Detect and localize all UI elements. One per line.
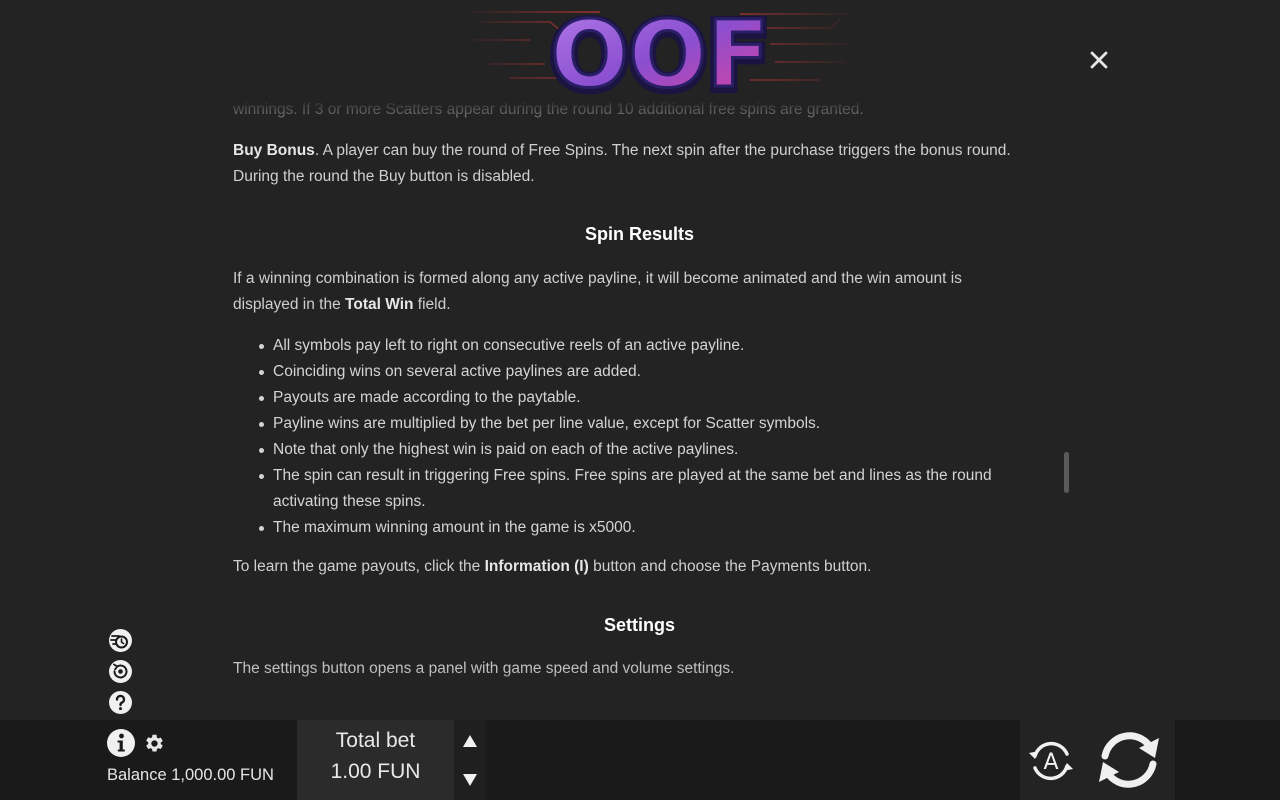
bet-arrows-panel xyxy=(454,720,486,800)
svg-text:A: A xyxy=(1043,750,1058,775)
list-item: Coinciding wins on several active paylin… xyxy=(233,359,1043,385)
intro-partial-text: winnings. If 3 or more Scatters appear d… xyxy=(233,101,864,118)
settings-heading: Settings xyxy=(603,615,675,635)
list-item: The maximum winning amount in the game i… xyxy=(233,515,1043,541)
arrow-down-icon xyxy=(463,774,477,786)
gear-icon xyxy=(146,734,163,752)
spin-results-heading: Spin Results xyxy=(584,224,695,244)
spin-results-intro: If a winning combination is formed along… xyxy=(233,266,1023,318)
rules-scroll-area[interactable]: winnings. If 3 or more Scatters appear d… xyxy=(233,96,1043,718)
help-button[interactable] xyxy=(108,690,133,715)
spin-results-list: All symbols pay left to right on consecu… xyxy=(233,333,1043,541)
list-item: Payouts are made according to the paytab… xyxy=(233,385,1043,411)
svg-text:OOF: OOF xyxy=(550,1,769,106)
spin-button[interactable] xyxy=(1093,726,1165,794)
history-icon xyxy=(109,660,132,683)
settings-text: The settings button opens a panel with g… xyxy=(233,660,735,677)
info-icon xyxy=(107,729,135,757)
turbo-icon xyxy=(109,629,132,652)
spin-results-intro-before: If a winning combination is formed along… xyxy=(233,270,962,313)
autoplay-icon: A xyxy=(1029,741,1073,781)
game-logo: OOF OOF xyxy=(450,0,870,106)
arrow-up-icon xyxy=(463,735,477,747)
information-term: Information (I) xyxy=(484,558,589,575)
settings-button[interactable] xyxy=(144,733,165,754)
payouts-after: button and choose the Payments button. xyxy=(588,558,872,575)
history-button[interactable] xyxy=(108,659,133,684)
total-bet-label: Total bet xyxy=(335,729,416,752)
bet-decrease-button[interactable] xyxy=(460,772,480,788)
information-button[interactable] xyxy=(106,728,136,758)
autoplay-button[interactable]: A xyxy=(1026,736,1076,786)
buy-bonus-paragraph: Buy Bonus. A player can buy the round of… xyxy=(233,138,1043,190)
scrollbar-thumb[interactable] xyxy=(1064,452,1069,493)
balance-display: Balance 1,000.00 FUN xyxy=(107,766,274,784)
turbo-button[interactable] xyxy=(108,628,133,653)
list-item: All symbols pay left to right on consecu… xyxy=(233,333,1043,359)
help-icon xyxy=(109,691,132,714)
list-item: Payline wins are multiplied by the bet p… xyxy=(233,411,1043,437)
list-item: Note that only the highest win is paid o… xyxy=(233,437,1043,463)
total-bet-value: 1.00 FUN xyxy=(330,760,421,783)
payouts-before: To learn the game payouts, click the xyxy=(233,558,485,575)
bet-increase-button[interactable] xyxy=(460,733,480,749)
close-button[interactable] xyxy=(1087,48,1111,72)
buy-bonus-text: . A player can buy the round of Free Spi… xyxy=(233,142,1011,185)
buy-bonus-term: Buy Bonus xyxy=(233,142,315,159)
spin-results-intro-after: field. xyxy=(413,296,451,313)
list-item: The spin can result in triggering Free s… xyxy=(233,463,1043,515)
close-icon xyxy=(1090,51,1108,69)
spin-icon xyxy=(1099,732,1159,788)
payouts-paragraph: To learn the game payouts, click the Inf… xyxy=(233,554,1043,580)
total-win-term: Total Win xyxy=(345,296,414,313)
logo-graphic: OOF OOF xyxy=(460,0,860,106)
